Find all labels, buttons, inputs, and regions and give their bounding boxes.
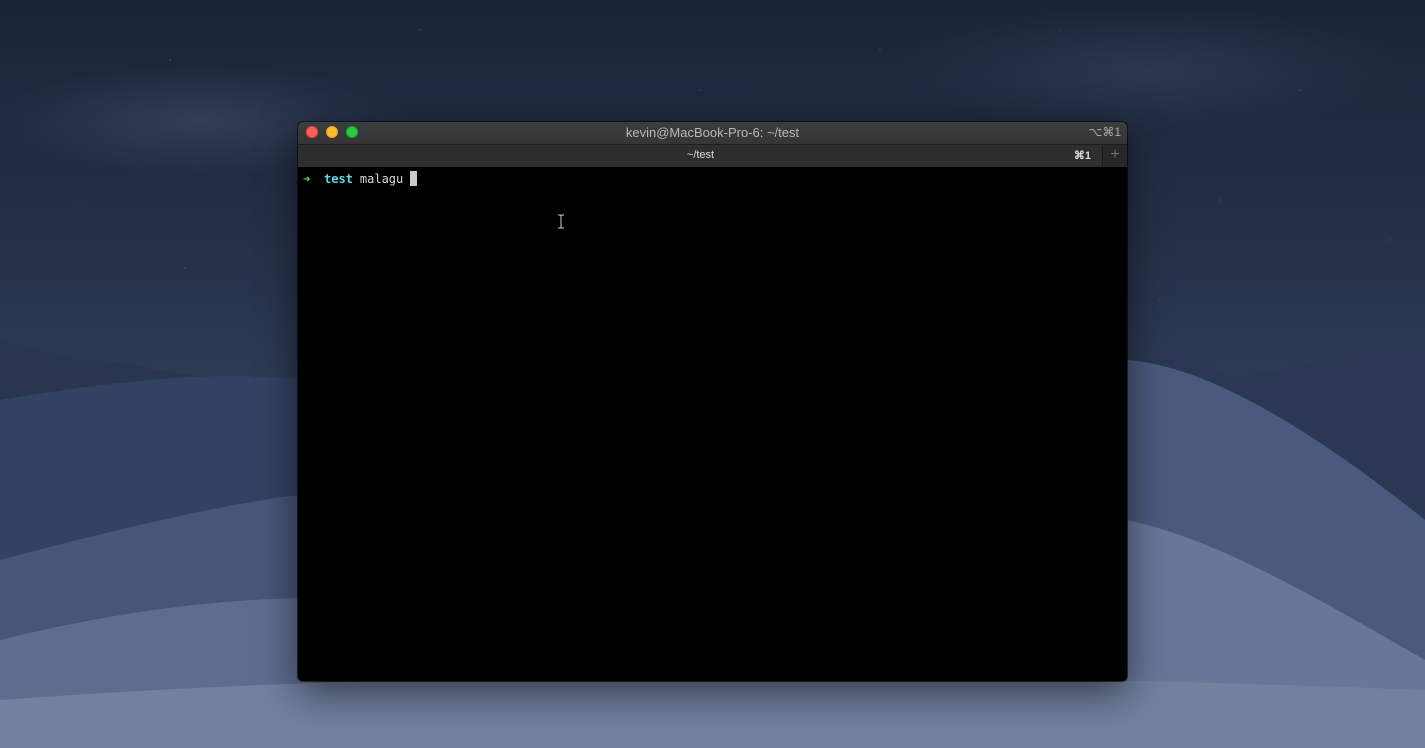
new-tab-button[interactable]: + [1102,145,1127,167]
title-bar[interactable]: kevin@MacBook-Pro-6: ~/test ⌥⌘1 [298,122,1127,145]
prompt-directory: test [324,171,353,186]
tab-current[interactable]: ~/test ⌘1 [298,145,1103,167]
plus-icon: + [1110,146,1120,163]
window-shortcut: ⌥⌘1 [1088,125,1121,139]
tab-shortcut: ⌘1 [1073,150,1091,162]
tab-bar: ~/test ⌘1 + [298,145,1127,168]
prompt-line: ➜ test malagu [303,171,418,186]
text-cursor [410,171,418,186]
window-title: kevin@MacBook-Pro-6: ~/test [625,125,800,140]
terminal-content[interactable]: ➜ test malagu [298,167,1127,681]
prompt-arrow-icon: ➜ [303,171,311,186]
command-input[interactable]: malagu [360,172,403,186]
ibeam-cursor-icon [558,214,564,229]
terminal-window[interactable]: kevin@MacBook-Pro-6: ~/test ⌥⌘1 ~/test ⌘… [298,122,1127,681]
tab-label: ~/test [686,149,715,161]
